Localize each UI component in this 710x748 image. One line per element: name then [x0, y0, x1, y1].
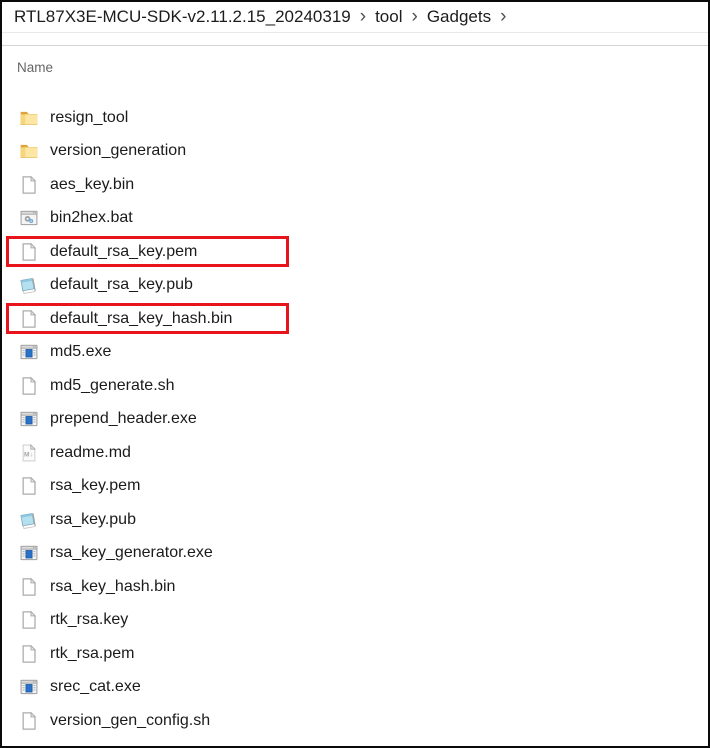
- file-name: md5.exe: [50, 343, 112, 361]
- file-row[interactable]: rtk_rsa.pem: [2, 637, 708, 671]
- exe-icon: [19, 342, 39, 362]
- file-icon: [19, 242, 39, 262]
- file-name: default_rsa_key.pub: [50, 276, 193, 294]
- file-row[interactable]: resign_tool: [2, 101, 708, 135]
- file-icon: [19, 309, 39, 329]
- chevron-right-icon: ›: [500, 5, 507, 27]
- markdown-icon: [19, 443, 39, 463]
- file-name: rsa_key.pub: [50, 510, 136, 528]
- file-explorer-window: RTL87X3E-MCU-SDK-v2.11.2.15_20240319 › too…: [0, 0, 710, 748]
- file-name: rtk_rsa.pem: [50, 644, 135, 662]
- chevron-right-icon: ›: [411, 5, 418, 27]
- file-row[interactable]: bin2hex.bat: [2, 202, 708, 236]
- file-row[interactable]: default_rsa_key.pub: [2, 269, 708, 303]
- file-icon: [19, 175, 39, 195]
- file-row[interactable]: version_generation: [2, 135, 708, 169]
- file-name: bin2hex.bat: [50, 209, 133, 227]
- file-name: readme.md: [50, 443, 131, 461]
- file-name: version_gen_config.sh: [50, 711, 211, 729]
- folder-icon: [19, 141, 39, 161]
- file-row[interactable]: srec_cat.exe: [2, 671, 708, 705]
- file-icon: [19, 577, 39, 597]
- file-icon: [19, 610, 39, 630]
- exe-icon: [19, 677, 39, 697]
- file-row[interactable]: rsa_key.pem: [2, 470, 708, 504]
- file-name: prepend_header.exe: [50, 410, 197, 428]
- file-name: aes_key.bin: [50, 175, 135, 193]
- exe-icon: [19, 409, 39, 429]
- file-row[interactable]: version_gen_config.sh: [2, 704, 708, 738]
- breadcrumb-item[interactable]: RTL87X3E-MCU-SDK-v2.11.2.15_20240319: [14, 7, 351, 27]
- file-row[interactable]: md5.exe: [2, 336, 708, 370]
- batch-file-icon: [19, 208, 39, 228]
- file-row[interactable]: md5_generate.sh: [2, 369, 708, 403]
- file-name: version_generation: [50, 142, 187, 160]
- file-row[interactable]: default_rsa_key_hash.bin: [2, 302, 708, 336]
- file-row[interactable]: rsa_key_hash.bin: [2, 570, 708, 604]
- notepad-icon: [19, 275, 39, 295]
- file-name: default_rsa_key_hash.bin: [50, 309, 233, 327]
- file-list: resign_tool version_generation aes_key.b…: [2, 88, 708, 738]
- file-row[interactable]: rsa_key_generator.exe: [2, 537, 708, 571]
- folder-icon: [19, 108, 39, 128]
- file-icon: [19, 476, 39, 496]
- file-name: srec_cat.exe: [50, 678, 141, 696]
- file-name: resign_tool: [50, 108, 129, 126]
- breadcrumb-item[interactable]: tool: [375, 7, 402, 27]
- breadcrumb-item[interactable]: Gadgets: [427, 7, 491, 27]
- toolbar-strip: [2, 33, 708, 46]
- file-row[interactable]: aes_key.bin: [2, 168, 708, 202]
- file-name: default_rsa_key.pem: [50, 242, 198, 260]
- file-icon: [19, 376, 39, 396]
- file-row[interactable]: default_rsa_key.pem: [2, 235, 708, 269]
- column-header-row: Name: [2, 46, 708, 88]
- file-name: rsa_key_hash.bin: [50, 577, 176, 595]
- file-name: rsa_key_generator.exe: [50, 544, 213, 562]
- file-row[interactable]: prepend_header.exe: [2, 403, 708, 437]
- file-row[interactable]: rsa_key.pub: [2, 503, 708, 537]
- notepad-icon: [19, 510, 39, 530]
- file-name: md5_generate.sh: [50, 376, 175, 394]
- file-name: rsa_key.pem: [50, 477, 141, 495]
- column-header-name[interactable]: Name: [17, 60, 53, 75]
- file-row[interactable]: rtk_rsa.key: [2, 604, 708, 638]
- file-icon: [19, 711, 39, 731]
- file-name: rtk_rsa.key: [50, 611, 129, 629]
- chevron-right-icon: ›: [359, 5, 367, 27]
- file-icon: [19, 644, 39, 664]
- exe-icon: [19, 543, 39, 563]
- file-row[interactable]: readme.md: [2, 436, 708, 470]
- breadcrumb: RTL87X3E-MCU-SDK-v2.11.2.15_20240319 › too…: [2, 2, 708, 33]
